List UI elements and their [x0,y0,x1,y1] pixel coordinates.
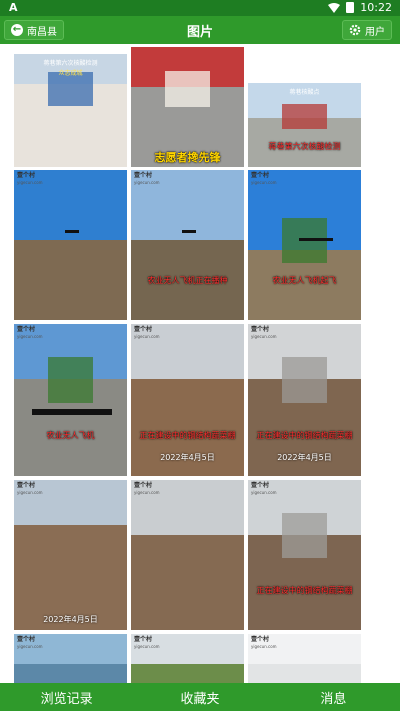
watermark-text: 壹个村 [134,326,153,333]
photo-subject [282,357,327,403]
watermark-text: 壹个村 [134,172,153,179]
back-label: 南昌县 [27,26,57,38]
nav-history[interactable]: 浏览记录 [0,683,133,711]
nav-messages[interactable]: 消息 [267,683,400,711]
photo-tile[interactable]: 壹个村 yigecun.com [14,170,127,320]
watermark: 壹个村 yigecun.com [251,636,277,650]
watermark-url: yigecun.com [134,180,160,185]
notification-icon: A [9,1,18,14]
battery-icon [346,2,355,13]
watermark: 壹个村 yigecun.com [17,172,43,186]
gear-icon [349,24,361,36]
photo-tile[interactable]: 壹个村 yigecun.com 正在建设中的钢结构蔬菜棚 2022年4月5日 [248,324,361,476]
photo-tile[interactable]: 壹个村 yigecun.com 农业无人飞机 [14,324,127,476]
photo-tile[interactable]: 蒋巷核酸点蒋巷第六次核酸检测 [248,83,361,167]
photo-tile[interactable]: 壹个村 yigecun.com 正在建设中的钢结构蔬菜棚 [248,480,361,630]
photo-caption: 农业无人飞机 [46,431,95,440]
photo-tile[interactable]: 壹个村 yigecun.com 2022年4月5日 [14,480,127,630]
watermark-text: 壹个村 [251,326,270,333]
photo-date: 2022年4月5日 [160,453,215,462]
photo-date: 2022年4月5日 [277,453,332,462]
back-button[interactable]: ← 南昌县 [4,20,64,40]
bottom-nav: 浏览记录 收藏夹 消息 [0,683,400,711]
photo-subject [165,71,210,107]
watermark-text: 壹个村 [251,482,270,489]
photo-tile[interactable]: 壹个村 yigecun.com [131,634,244,683]
photo-tile[interactable]: 蒋巷第六次核酸检测 众志成城 [14,54,127,167]
photo-subject [282,104,327,129]
watermark-text: 壹个村 [134,482,153,489]
photo-tile[interactable]: 壹个村 yigecun.com 农业无人飞机正在播种 [131,170,244,320]
wifi-icon [328,2,341,13]
watermark-text: 壹个村 [17,172,36,179]
photo-gallery: 蒋巷第六次核酸检测 众志成城 志愿者搀先锋 蒋巷核酸点 蒋巷第六次核酸检测 壹个村 yige… [14,47,362,683]
watermark: 壹个村 yigecun.com [134,172,160,186]
photo-subject [48,72,93,106]
watermark-url: yigecun.com [17,334,43,339]
watermark: 壹个村 yigecun.com [17,326,43,340]
clock: 10:22 [360,1,392,14]
watermark-text: 壹个村 [17,636,36,643]
watermark-url: yigecun.com [251,180,277,185]
app-bar: ← 南昌县 图片 用户 [0,16,400,44]
photo-tile[interactable]: 壹个村 yigecun.com [131,480,244,630]
photo-tile[interactable]: 志愿者搀先锋 [131,47,244,167]
photo-banner: 蒋巷第六次核酸检测 [43,60,98,67]
drone-icon [32,409,112,415]
watermark-url: yigecun.com [17,490,43,495]
user-label: 用户 [365,26,385,38]
watermark-url: yigecun.com [17,644,43,649]
watermark: 壹个村 yigecun.com [134,326,160,340]
watermark: 壹个村 yigecun.com [134,636,160,650]
watermark: 壹个村 yigecun.com [251,326,277,340]
photo-caption: 志愿者搀先锋 [154,151,221,164]
photo-caption: 蒋巷第六次核酸检测 [268,142,341,151]
watermark: 壹个村 yigecun.com [17,636,43,650]
photo-banner: 众志成城 [58,70,83,77]
watermark-url: yigecun.com [251,490,277,495]
photo-banner: 蒋巷核酸点 [289,89,320,96]
watermark-url: yigecun.com [17,180,43,185]
photo-subject [48,357,93,403]
photo-subject [282,513,327,558]
photo-caption: 正在建设中的钢结构蔬菜棚 [139,431,236,440]
watermark-text: 壹个村 [251,172,270,179]
watermark: 壹个村 yigecun.com [134,482,160,496]
drone-icon [182,230,196,233]
drone-icon [299,238,333,241]
photo-caption: 正在建设中的钢结构蔬菜棚 [256,431,353,440]
watermark: 壹个村 yigecun.com [251,482,277,496]
watermark-text: 壹个村 [134,636,153,643]
photo-tile[interactable]: 壹个村 yigecun.com 正在建设中的钢结构蔬菜棚 2022年4月5日 [131,324,244,476]
photo-tile[interactable]: 壹个村 yigecun.com 农业无人飞机起飞 [248,170,361,320]
photo-date: 2022年4月5日 [43,615,98,624]
watermark-text: 壹个村 [17,326,36,333]
back-arrow-icon: ← [11,24,23,36]
photo-tile[interactable]: 壹个村 yigecun.com [14,634,127,683]
watermark-url: yigecun.com [134,334,160,339]
nav-favorites[interactable]: 收藏夹 [133,683,266,711]
user-button[interactable]: 用户 [342,20,392,40]
watermark: 壹个村 yigecun.com [17,482,43,496]
watermark-text: 壹个村 [251,636,270,643]
watermark-url: yigecun.com [251,644,277,649]
watermark-text: 壹个村 [17,482,36,489]
watermark: 壹个村 yigecun.com [251,172,277,186]
watermark-url: yigecun.com [251,334,277,339]
photo-caption: 正在建设中的钢结构蔬菜棚 [256,586,353,595]
watermark-url: yigecun.com [134,490,160,495]
drone-icon [65,230,79,233]
photo-caption: 农业无人飞机正在播种 [147,276,228,285]
status-bar: A 10:22 [0,0,400,16]
watermark-url: yigecun.com [134,644,160,649]
photo-tile[interactable]: 壹个村 yigecun.com [248,634,361,683]
photo-caption: 农业无人飞机起飞 [272,276,337,285]
